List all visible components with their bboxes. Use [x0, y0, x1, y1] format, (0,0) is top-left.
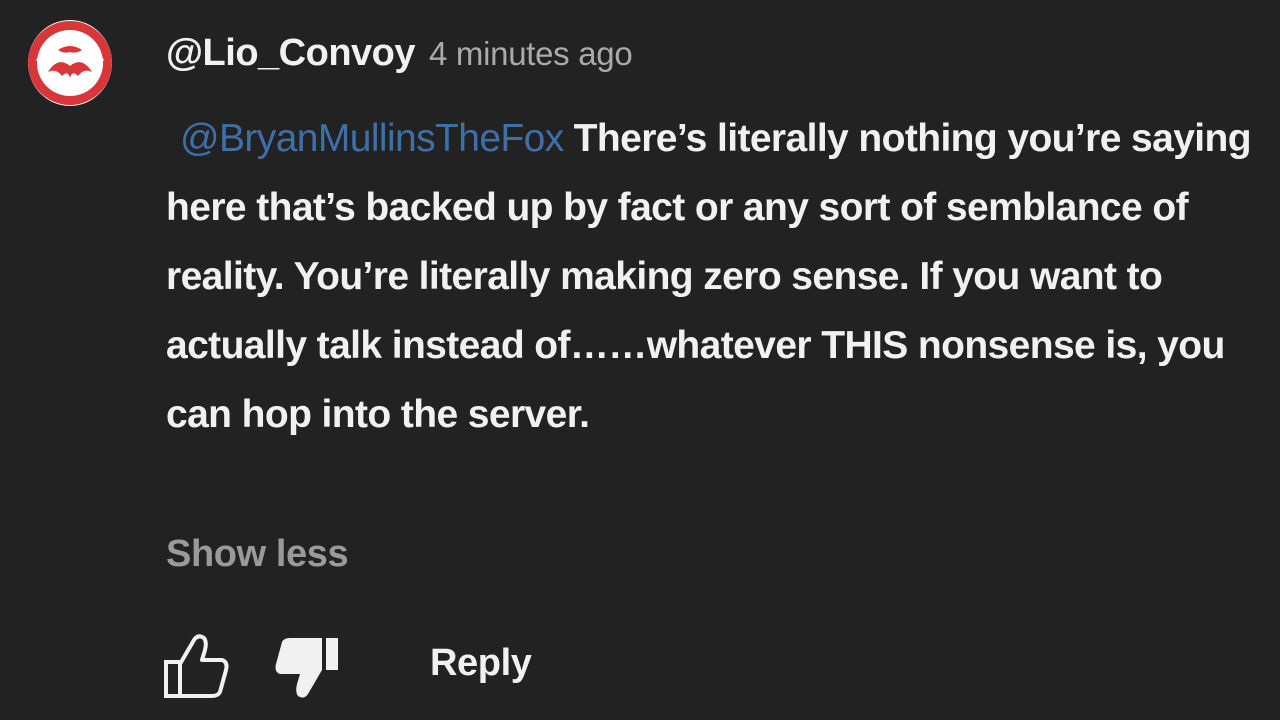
- comment-timestamp[interactable]: 4 minutes ago: [429, 35, 633, 73]
- comment-thread: @Lio_Convoy 4 minutes ago @BryanMullinsT…: [0, 0, 1280, 720]
- author-name[interactable]: @Lio_Convoy: [166, 32, 416, 75]
- avatar-emblem-icon: [28, 21, 112, 105]
- avatar[interactable]: [28, 20, 112, 106]
- thumbs-up-icon: [164, 634, 229, 698]
- comment-body: @BryanMullinsTheFox There’s literally not…: [166, 104, 1261, 449]
- thumbs-down-icon: [275, 638, 338, 698]
- comment-text: There’s literally nothing you’re saying …: [166, 117, 1252, 436]
- like-button[interactable]: [160, 630, 234, 704]
- show-less-button[interactable]: Show less: [166, 533, 349, 576]
- mention-link[interactable]: @BryanMullinsTheFox: [180, 117, 564, 160]
- reply-button[interactable]: Reply: [430, 642, 532, 685]
- dislike-button[interactable]: [270, 630, 344, 704]
- comment-header: @Lio_Convoy 4 minutes ago: [166, 32, 633, 75]
